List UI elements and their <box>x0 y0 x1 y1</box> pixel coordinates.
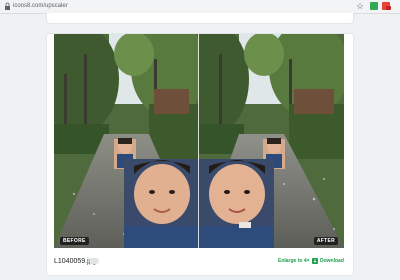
notification-badge <box>386 6 391 10</box>
address-bar[interactable]: icons8.com/upscaler <box>13 2 68 11</box>
star-icon[interactable]: ☆ <box>356 1 364 11</box>
download-button[interactable]: Download <box>320 258 344 265</box>
extension-icon[interactable] <box>370 2 378 10</box>
after-image: AFTER <box>199 34 344 248</box>
before-label: BEFORE <box>60 237 89 245</box>
after-label: AFTER <box>313 237 338 245</box>
comparison-slider-handle[interactable] <box>198 34 199 248</box>
enlarge-button[interactable]: Enlarge to 4× <box>278 258 310 265</box>
lock-icon <box>5 2 10 10</box>
browser-toolbar: icons8.com/upscaler ☆ <box>0 0 400 14</box>
before-after-comparison[interactable]: BEFORE AFTER <box>54 34 344 248</box>
header-panel <box>46 13 354 24</box>
download-icon[interactable] <box>312 258 318 264</box>
file-size-badge <box>89 258 99 264</box>
before-image: BEFORE <box>54 34 199 248</box>
